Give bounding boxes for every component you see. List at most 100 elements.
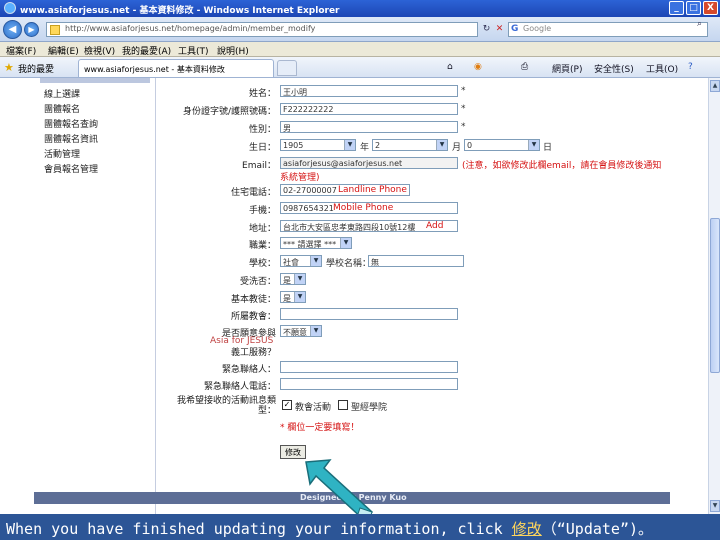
gender-field[interactable]: 男 xyxy=(280,121,458,133)
birth-month-select[interactable]: 2 ▼ xyxy=(372,139,448,151)
search-icon[interactable]: ⌕ xyxy=(697,19,702,29)
maximize-button[interactable]: □ xyxy=(686,1,701,15)
chevron-down-icon: ▼ xyxy=(310,326,321,336)
rss-icon[interactable]: ◉ xyxy=(474,62,482,72)
occupation-value: *** 請選擇 *** xyxy=(283,240,337,249)
menu-help[interactable]: 說明(H) xyxy=(217,44,249,57)
id-field[interactable]: F222222222 xyxy=(280,103,458,115)
menu-tools[interactable]: 工具(T) xyxy=(178,44,209,57)
contact-label: 緊急聯絡人： xyxy=(221,365,276,375)
search-placeholder: Google xyxy=(523,24,552,33)
sidebar-header xyxy=(40,78,150,83)
mobile-label: 手機： xyxy=(248,206,276,216)
id-label: 身份證字號/護照號碼： xyxy=(182,107,276,117)
chevron-down-icon: ▼ xyxy=(344,140,355,150)
school-name-label: 學校名稱： xyxy=(326,259,372,269)
asia-label-line2: 義工服務？ xyxy=(230,348,276,358)
menu-edit[interactable]: 編輯(E) xyxy=(48,44,79,57)
chevron-down-icon: ▼ xyxy=(340,238,351,248)
christian-select[interactable]: 是 ▼ xyxy=(280,291,306,303)
forward-button[interactable]: ▶ xyxy=(24,22,39,37)
scroll-down-icon[interactable]: ▼ xyxy=(710,500,720,512)
page-menu[interactable]: 網頁(P) xyxy=(552,62,582,75)
gender-label: 性別： xyxy=(248,125,276,135)
info-option2-checkbox[interactable] xyxy=(338,400,348,410)
sidebar-item-activities[interactable]: 活動管理 xyxy=(44,147,80,160)
ie-logo-icon xyxy=(4,2,16,14)
refresh-icon[interactable]: ↻ xyxy=(480,23,493,36)
back-button[interactable]: ◀ xyxy=(3,20,22,39)
search-input[interactable]: G Google xyxy=(508,22,708,37)
baptized-select[interactable]: 是 ▼ xyxy=(280,273,306,285)
info-option1-checkbox[interactable]: ✓ xyxy=(282,400,292,410)
baptized-label: 受洗否： xyxy=(239,277,276,287)
school-type-select[interactable]: 社會 ▼ xyxy=(280,255,322,267)
contact-phone-label: 緊急聯絡人電話： xyxy=(203,382,276,392)
name-required: * xyxy=(461,86,466,96)
home-icon[interactable]: ⌂ xyxy=(447,62,453,72)
menu-view[interactable]: 檢視(V) xyxy=(84,44,115,57)
school-name-field[interactable]: 無 xyxy=(368,255,464,267)
favorites-label[interactable]: 我的最愛 xyxy=(18,62,54,75)
mobile-phone-hint: Mobile Phone xyxy=(333,203,394,213)
close-button[interactable]: X xyxy=(703,1,718,15)
vertical-scrollbar[interactable]: ▲ ▼ xyxy=(708,78,720,514)
sidebar-item-course[interactable]: 線上選課 xyxy=(44,87,80,100)
occupation-select[interactable]: *** 請選擇 *** ▼ xyxy=(280,237,352,249)
print-icon[interactable]: ⎙ xyxy=(521,62,528,72)
required-note: * 欄位一定要填寫！ xyxy=(280,423,360,433)
sidebar: 線上選課 團體報名 團體報名查詢 團體報名資訊 活動管理 會員報名管理 xyxy=(34,78,156,514)
gender-required: * xyxy=(461,122,466,132)
sidebar-item-member-signup[interactable]: 會員報名管理 xyxy=(44,162,98,175)
asia-select[interactable]: 不願意 ▼ xyxy=(280,325,322,337)
stop-icon[interactable]: ✕ xyxy=(493,23,506,36)
name-label: 姓名： xyxy=(248,89,276,99)
caption-highlight: 修改 xyxy=(511,520,542,538)
church-label: 所屬教會： xyxy=(230,312,276,322)
school-label: 學校： xyxy=(248,259,276,269)
contact-field[interactable] xyxy=(280,361,458,373)
sidebar-item-group-info[interactable]: 團體報名資訊 xyxy=(44,132,98,145)
menu-file[interactable]: 檔案(F) xyxy=(6,44,36,57)
url-text: http://www.asiaforjesus.net/homepage/adm… xyxy=(65,24,316,33)
scroll-thumb[interactable] xyxy=(710,218,720,373)
birth-year-value: 1905 xyxy=(283,141,304,150)
contact-phone-field[interactable] xyxy=(280,378,458,390)
google-icon: G xyxy=(511,24,519,34)
url-input[interactable]: http://www.asiaforjesus.net/homepage/adm… xyxy=(46,22,478,37)
tools-menu[interactable]: 工具(O) xyxy=(646,62,678,75)
birth-year-select[interactable]: 1905 ▼ xyxy=(280,139,356,151)
address-hint: Add xyxy=(426,221,444,231)
address-label: 地址： xyxy=(248,224,276,234)
birth-month-value: 2 xyxy=(375,141,381,150)
month-unit: 月 xyxy=(452,143,462,153)
info-label: 我希望接收的活動訊息類型： xyxy=(176,396,276,416)
help-icon[interactable]: ? xyxy=(688,62,693,72)
caption-text-end: （“Update”)。 xyxy=(541,520,654,538)
sidebar-item-group-signup[interactable]: 團體報名 xyxy=(44,102,80,115)
asia-value: 不願意 xyxy=(283,328,307,337)
scroll-up-icon[interactable]: ▲ xyxy=(710,80,720,92)
minimize-button[interactable]: _ xyxy=(669,1,684,15)
email-label: Email： xyxy=(242,161,276,171)
web-page: 線上選課 團體報名 團體報名查詢 團體報名資訊 活動管理 會員報名管理 姓名： … xyxy=(0,78,708,514)
favorites-star-icon[interactable]: ★ xyxy=(4,61,14,74)
safety-menu[interactable]: 安全性(S) xyxy=(594,62,634,75)
year-unit: 年 xyxy=(360,143,370,153)
church-field[interactable] xyxy=(280,308,458,320)
email-field[interactable]: asiaforjesus@asiaforjesus.net xyxy=(280,157,458,169)
address-toolbar: ◀ ▶ http://www.asiaforjesus.net/homepage… xyxy=(0,17,720,42)
tab-current[interactable]: www.asiaforjesus.net - 基本資料修改 xyxy=(78,59,274,77)
menu-favorites[interactable]: 我的最愛(A) xyxy=(122,44,171,57)
name-field[interactable]: 王小明 xyxy=(280,85,458,97)
birthday-label: 生日： xyxy=(248,143,276,153)
chevron-down-icon: ▼ xyxy=(436,140,447,150)
label-column: 姓名： 身份證字號/護照號碼： 性別： 生日： Email： 住宅電話： 手機：… xyxy=(158,78,276,496)
birth-day-select[interactable]: 0 ▼ xyxy=(464,139,540,151)
asia-hint: Asia for JESUS xyxy=(210,336,274,346)
menu-bar: 檔案(F) 編輯(E) 檢視(V) 我的最愛(A) 工具(T) 說明(H) xyxy=(0,42,720,57)
email-note-line2: 系統管理) xyxy=(280,173,320,183)
new-tab-button[interactable] xyxy=(277,60,297,76)
favorites-bar: ★ 我的最愛 www.asiaforjesus.net - 基本資料修改 ⌂ ◉… xyxy=(0,57,720,78)
sidebar-item-group-query[interactable]: 團體報名查詢 xyxy=(44,117,98,130)
